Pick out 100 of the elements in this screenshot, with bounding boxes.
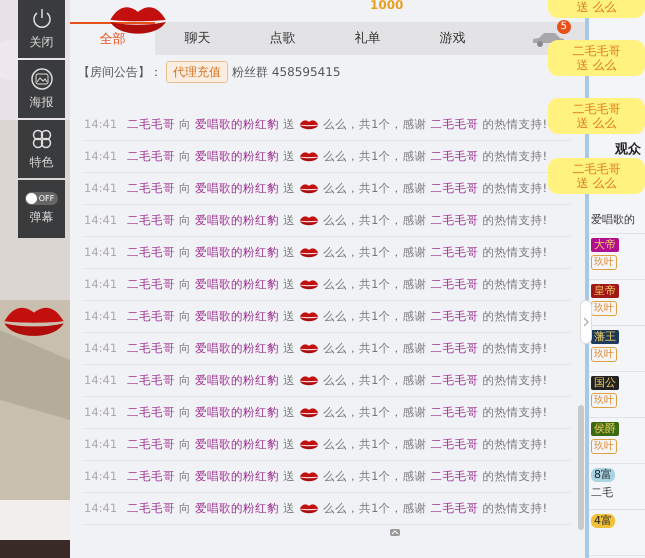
- user-link[interactable]: 二毛毛哥: [127, 244, 176, 262]
- user-link[interactable]: 二毛毛哥: [127, 180, 176, 198]
- user-link[interactable]: 爱唱歌的粉红豹: [195, 276, 280, 294]
- message-time: 14:41: [84, 148, 118, 165]
- collapse-icon[interactable]: [390, 529, 400, 536]
- poster-button[interactable]: 海报: [18, 60, 65, 118]
- message-text: 么么，共1个，感谢: [323, 244, 426, 261]
- toast-name: 二毛毛哥: [572, 162, 620, 176]
- audience-name[interactable]: 爱唱歌的: [591, 212, 643, 228]
- user-link[interactable]: 爱唱歌的粉红豹: [195, 340, 280, 358]
- user-link[interactable]: 爱唱歌的粉红豹: [195, 116, 280, 134]
- user-link[interactable]: 二毛毛哥: [430, 468, 478, 486]
- toast-name: 二毛毛哥: [572, 102, 620, 116]
- user-link[interactable]: 爱唱歌的粉红豹: [195, 500, 280, 518]
- lips-icon: [299, 214, 320, 228]
- message-text: 么么，共1个，感谢: [323, 340, 426, 357]
- user-link[interactable]: 二毛毛哥: [430, 372, 478, 390]
- lips-icon: [299, 502, 320, 516]
- rank-badge: 藩王: [591, 330, 619, 344]
- user-link[interactable]: 二毛毛哥: [430, 180, 478, 198]
- audience-title[interactable]: 观众: [589, 138, 645, 162]
- user-link[interactable]: 二毛毛哥: [430, 148, 478, 166]
- message-text: 向: [179, 340, 192, 357]
- user-link[interactable]: 二毛毛哥: [430, 212, 478, 230]
- message-text: 向: [179, 180, 192, 197]
- tab[interactable]: 礼单: [325, 22, 410, 55]
- user-link[interactable]: 二毛毛哥: [430, 436, 478, 454]
- user-link[interactable]: 二毛毛哥: [127, 116, 176, 134]
- user-link[interactable]: 二毛毛哥: [430, 500, 478, 518]
- user-link[interactable]: 爱唱歌的粉红豹: [195, 308, 280, 326]
- lips-icon: [299, 150, 320, 164]
- tab[interactable]: 点歌: [240, 22, 325, 55]
- user-link[interactable]: 二毛毛哥: [127, 500, 176, 518]
- audience-name[interactable]: 二毛: [591, 484, 643, 501]
- message-text: 的热情支持!: [482, 148, 548, 165]
- user-link[interactable]: 爱唱歌的粉红豹: [195, 244, 280, 262]
- feature-button[interactable]: 特色: [18, 120, 65, 178]
- toast-text: 送 么么: [576, 0, 616, 14]
- user-link[interactable]: 二毛毛哥: [127, 468, 176, 486]
- toast-text: 送 么么: [576, 176, 616, 190]
- collapse-handle[interactable]: [580, 300, 592, 344]
- user-link[interactable]: 爱唱歌的粉红豹: [195, 212, 280, 230]
- message-text: 的热情支持!: [482, 180, 548, 197]
- tab[interactable]: 聊天: [155, 22, 240, 55]
- message-time: 14:41: [84, 340, 118, 357]
- message-text: 么么，共1个，感谢: [323, 148, 426, 165]
- count-badge: 5: [556, 20, 571, 34]
- lips-icon: [299, 438, 320, 452]
- user-link[interactable]: 二毛毛哥: [127, 308, 176, 326]
- close-button[interactable]: 关闭: [18, 0, 65, 58]
- user-link[interactable]: 二毛毛哥: [430, 404, 478, 422]
- coin-count: 1000: [370, 0, 404, 10]
- user-link[interactable]: 二毛毛哥: [127, 436, 176, 454]
- message-text: 么么，共1个，感谢: [323, 468, 426, 485]
- user-link[interactable]: 二毛毛哥: [430, 244, 478, 262]
- user-link[interactable]: 爱唱歌的粉红豹: [195, 436, 280, 454]
- user-link[interactable]: 爱唱歌的粉红豹: [195, 372, 280, 390]
- user-link[interactable]: 二毛毛哥: [127, 404, 176, 422]
- lips-icon: [299, 246, 320, 260]
- lips-icon: [299, 470, 320, 484]
- user-link[interactable]: 二毛毛哥: [127, 372, 176, 390]
- lips-icon: [299, 310, 320, 324]
- message-text: 的热情支持!: [482, 436, 548, 453]
- message-text: 送: [283, 372, 296, 389]
- message-text: 的热情支持!: [482, 500, 548, 517]
- user-link[interactable]: 二毛毛哥: [430, 340, 478, 358]
- lips-icon: [299, 182, 320, 196]
- scrollbar-thumb[interactable]: [578, 405, 584, 530]
- notice-label: 【房间公告】：: [78, 64, 162, 81]
- rank-badge: 8富: [591, 468, 615, 482]
- user-link[interactable]: 二毛毛哥: [430, 308, 478, 326]
- user-link[interactable]: 二毛毛哥: [127, 276, 176, 294]
- user-link[interactable]: 二毛毛哥: [430, 116, 478, 134]
- toggle-switch[interactable]: OFF: [24, 192, 58, 205]
- toast-text: 送 么么: [576, 116, 616, 130]
- user-link[interactable]: 二毛毛哥: [127, 212, 176, 230]
- danmaku-button[interactable]: OFF 弹幕: [18, 180, 65, 238]
- user-link[interactable]: 爱唱歌的粉红豹: [195, 148, 280, 166]
- message-text: 向: [179, 500, 192, 517]
- lips-icon: [299, 342, 320, 356]
- user-link[interactable]: 爱唱歌的粉红豹: [195, 468, 280, 486]
- user-link[interactable]: 二毛毛哥: [127, 340, 176, 358]
- message-text: 向: [179, 436, 192, 453]
- message-text: 的热情支持!: [482, 340, 548, 357]
- user-link[interactable]: 爱唱歌的粉红豹: [195, 404, 280, 422]
- message-time: 14:41: [84, 308, 118, 325]
- user-link[interactable]: 二毛毛哥: [127, 148, 176, 166]
- message-time: 14:41: [84, 404, 118, 421]
- rank-badge: 大帝: [591, 238, 619, 252]
- agent-recharge-tag[interactable]: 代理充值: [166, 61, 228, 83]
- user-link[interactable]: 爱唱歌的粉红豹: [195, 180, 280, 198]
- user-link[interactable]: 二毛毛哥: [430, 276, 478, 294]
- message-text: 么么，共1个，感谢: [323, 500, 426, 517]
- message-text: 向: [179, 276, 192, 293]
- tab[interactable]: 游戏: [410, 22, 495, 55]
- message-text: 送: [283, 340, 296, 357]
- message-text: 么么，共1个，感谢: [323, 404, 426, 421]
- message-text: 么么，共1个，感谢: [323, 372, 426, 389]
- message-text: 么么，共1个，感谢: [323, 276, 426, 293]
- message-text: 向: [179, 244, 192, 261]
